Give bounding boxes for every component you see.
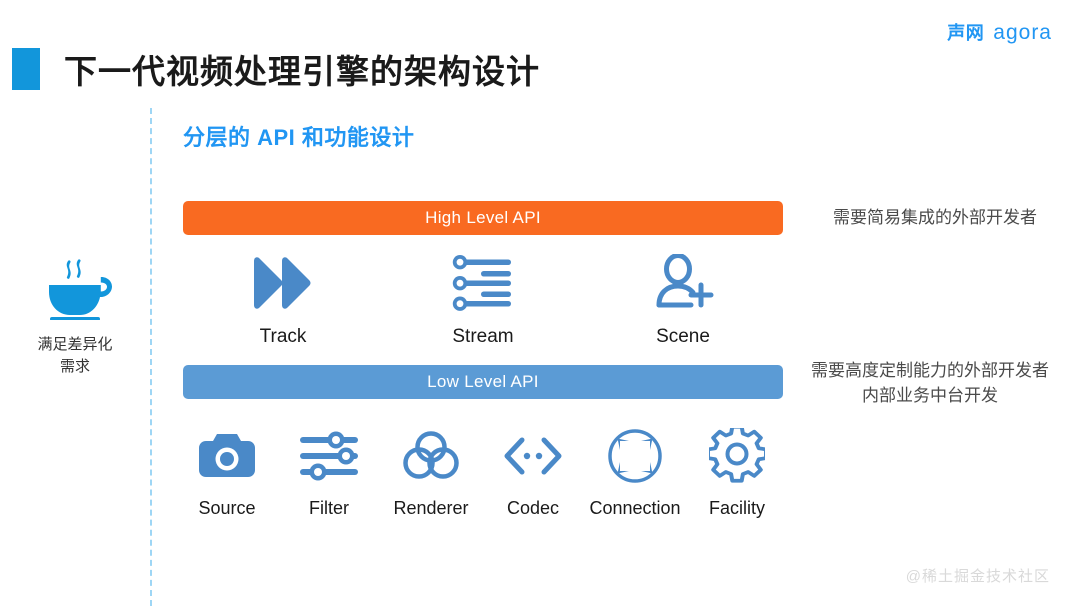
item-track-label: Track bbox=[259, 326, 307, 347]
item-scene-label: Scene bbox=[656, 326, 710, 347]
stream-lines-icon bbox=[451, 252, 515, 314]
three-circles-icon bbox=[402, 428, 460, 484]
sliders-icon bbox=[298, 428, 360, 484]
item-scene[interactable]: Scene bbox=[583, 252, 783, 348]
item-stream-label: Stream bbox=[452, 326, 514, 347]
item-connection[interactable]: Connection bbox=[584, 428, 686, 519]
item-codec-label: Codec bbox=[506, 498, 560, 518]
gear-icon bbox=[709, 428, 765, 484]
item-codec[interactable]: Codec bbox=[482, 428, 584, 519]
camera-icon bbox=[198, 428, 256, 484]
aside-label: 满足差异化 需求 bbox=[10, 334, 140, 378]
low-level-api-note-line1: 需要高度定制能力的外部开发者 bbox=[811, 361, 1049, 380]
item-facility[interactable]: Facility bbox=[686, 428, 788, 519]
low-level-api-note-line2: 内部业务中台开发 bbox=[862, 385, 998, 405]
item-renderer[interactable]: Renderer bbox=[380, 428, 482, 519]
high-level-api-items: Track Stream Scene bbox=[183, 252, 783, 348]
item-source-label: Source bbox=[198, 498, 256, 518]
item-renderer-label: Renderer bbox=[393, 498, 469, 518]
logo-text-cn: 声网 bbox=[947, 23, 985, 43]
item-filter[interactable]: Filter bbox=[278, 428, 380, 519]
agora-logo: 声网 agora bbox=[947, 19, 1052, 45]
section-subtitle: 分层的 API 和功能设计 bbox=[183, 125, 415, 150]
high-level-api-label: High Level API bbox=[425, 208, 541, 227]
high-level-api-note: 需要简易集成的外部开发者 bbox=[833, 208, 1037, 227]
aside-differentiation: 满足差异化 需求 bbox=[10, 258, 140, 378]
item-connection-label: Connection bbox=[589, 498, 681, 518]
item-filter-label: Filter bbox=[309, 498, 349, 518]
low-level-api-items: Source Filter Renderer Codec Connection … bbox=[176, 428, 788, 519]
page-title: 下一代视频处理引擎的架构设计 bbox=[64, 53, 540, 90]
aside-label-line2: 需求 bbox=[59, 357, 90, 375]
fast-forward-icon bbox=[248, 252, 318, 314]
item-facility-label: Facility bbox=[708, 498, 765, 518]
aside-label-line1: 满足差异化 bbox=[37, 336, 113, 353]
add-person-icon bbox=[651, 252, 715, 314]
item-stream[interactable]: Stream bbox=[383, 252, 583, 348]
vertical-dashed-divider bbox=[150, 108, 152, 606]
high-level-api-bar[interactable]: High Level API bbox=[183, 201, 783, 235]
low-level-api-bar[interactable]: Low Level API bbox=[183, 365, 783, 399]
coffee-cup-icon bbox=[10, 258, 140, 321]
low-level-api-label: Low Level API bbox=[427, 372, 539, 391]
logo-text-en: agora bbox=[993, 21, 1052, 44]
low-level-api-note: 需要高度定制能力的外部开发者 内部业务中台开发 bbox=[795, 359, 1065, 408]
code-brackets-icon bbox=[502, 428, 564, 484]
four-arrows-circle-icon bbox=[607, 428, 663, 484]
item-track[interactable]: Track bbox=[183, 252, 383, 348]
watermark: @稀土掘金技术社区 bbox=[905, 568, 1050, 585]
title-row: 下一代视频处理引擎的架构设计 bbox=[12, 48, 540, 90]
title-accent-mark bbox=[12, 48, 40, 90]
item-source[interactable]: Source bbox=[176, 428, 278, 519]
